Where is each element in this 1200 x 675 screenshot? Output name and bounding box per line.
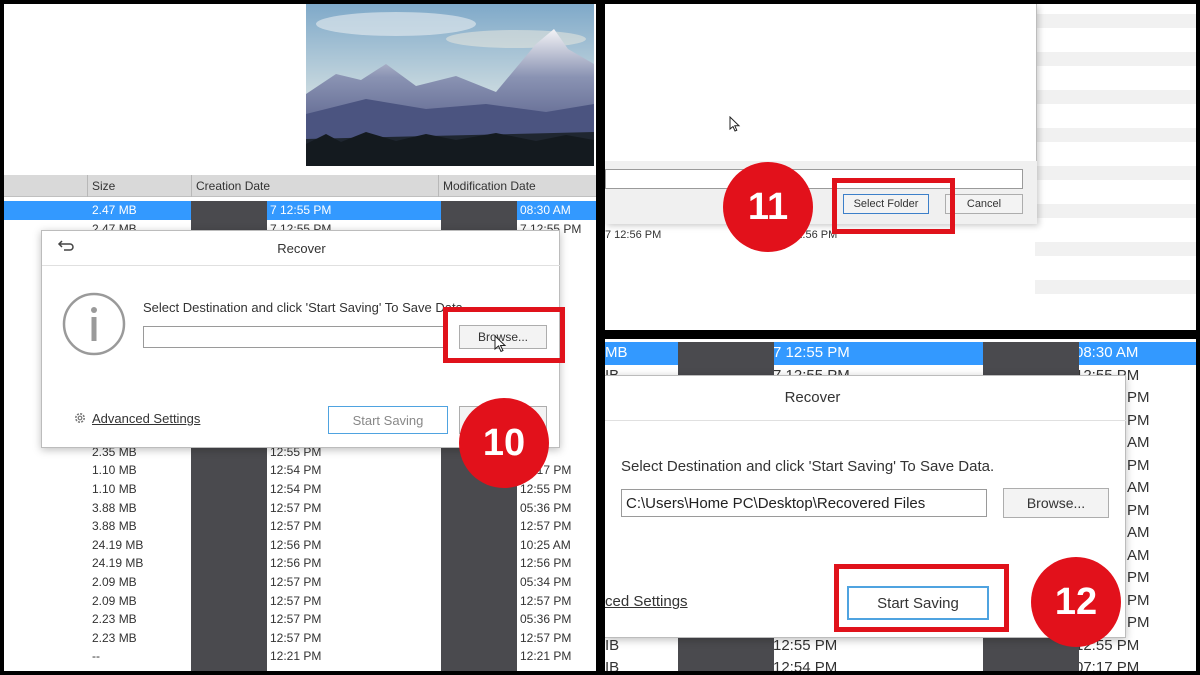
cell-modified: PM xyxy=(1127,569,1150,586)
cell-created: 12:55 PM xyxy=(773,636,838,654)
cell-created: 12:56 PM xyxy=(270,537,322,552)
cell-modified: 08:30 AM xyxy=(1075,344,1139,361)
cell-modified: 12:55 PM xyxy=(520,482,572,496)
cell-modified: PM xyxy=(1127,456,1150,474)
info-icon xyxy=(62,292,126,356)
step-12-panel: MB7 12:55 PM08:30 AMIB7 12:55 PM12:55 PM… xyxy=(605,339,1196,671)
cell-modified: PM xyxy=(1127,389,1150,406)
mouse-cursor-icon xyxy=(729,115,741,132)
browse-button[interactable]: Browse... xyxy=(1003,488,1109,518)
cell-modified: 10:25 AM xyxy=(520,537,571,552)
cell-size: -- xyxy=(92,649,100,664)
cell-created: 12:57 PM xyxy=(270,593,322,608)
highlight-browse xyxy=(443,307,565,363)
cell-created: 7 12:55 PM xyxy=(773,344,850,361)
advanced-settings-link[interactable]: Advanced Settings xyxy=(92,411,200,426)
cell-size: 1.10 MB xyxy=(92,463,137,478)
cell-size: MB xyxy=(605,344,628,361)
step-badge-11: 11 xyxy=(723,162,813,252)
cell-size: 3.88 MB xyxy=(92,519,137,534)
cell-size: 24.19 MB xyxy=(92,537,144,552)
cell-created: 12:57 PM xyxy=(270,630,322,645)
cell-created: 12:54 PM xyxy=(773,659,838,671)
cell-size: IB xyxy=(605,636,620,654)
column-size[interactable]: Size xyxy=(92,179,115,193)
cell-size: 24.19 MB xyxy=(92,556,144,571)
cell-size: 3.88 MB xyxy=(92,500,137,515)
cell-modified: 12:56 PM xyxy=(520,556,572,571)
cell-modified: 12:57 PM xyxy=(520,630,572,645)
cell-created: 12:54 PM xyxy=(270,482,322,496)
cell-modified: 07:17 PM xyxy=(1075,659,1140,671)
cell-modified: PM xyxy=(1127,501,1150,519)
cell-size: 2.09 MB xyxy=(92,575,137,589)
cell-modified: 12:57 PM xyxy=(520,519,572,534)
cell-modified: AM xyxy=(1127,524,1150,541)
mountain-photo xyxy=(306,4,594,166)
cell-created: 12:57 PM xyxy=(270,575,322,589)
cell-modified: PM xyxy=(1127,614,1150,631)
column-modification-date[interactable]: Modification Date xyxy=(443,179,536,193)
cell-created: 12:57 PM xyxy=(270,519,322,534)
step-badge-12: 12 xyxy=(1031,557,1121,647)
destination-message: Select Destination and click 'Start Savi… xyxy=(621,458,995,475)
folder-path-input[interactable] xyxy=(605,169,1023,189)
step-10-panel: Size Creation Date Modification Date 2.4… xyxy=(4,4,596,671)
step-badge-10: 10 xyxy=(459,398,549,488)
cell-modified: AM xyxy=(1127,434,1150,451)
start-saving-button[interactable]: Start Saving xyxy=(328,406,448,434)
cell-size: 2.23 MB xyxy=(92,630,137,645)
cell-size: IB xyxy=(605,659,620,671)
cell-modified: 05:36 PM xyxy=(520,612,572,627)
dialog-title: Recover xyxy=(784,389,841,406)
row-created: 7 12:56 PM xyxy=(605,229,662,241)
cell-size: 2.09 MB xyxy=(92,593,137,608)
cell-created: 12:21 PM xyxy=(270,649,322,664)
cell-size: 2.47 MB xyxy=(92,203,137,217)
cell-created: 12:54 PM xyxy=(270,463,322,478)
highlight-select-folder xyxy=(832,178,955,234)
destination-message: Select Destination and click 'Start Savi… xyxy=(143,300,467,315)
file-table-header: Size Creation Date Modification Date xyxy=(4,175,596,197)
cell-created: 12:57 PM xyxy=(270,612,322,627)
cell-size: 1.10 MB xyxy=(92,482,137,496)
cell-modified: 12:57 PM xyxy=(520,593,572,608)
cell-modified: 12:21 PM xyxy=(520,649,572,664)
advanced-settings-link[interactable]: ced Settings xyxy=(605,593,688,610)
destination-path-input[interactable] xyxy=(143,326,447,348)
cell-created: 12:57 PM xyxy=(270,500,322,515)
cell-size: 2.23 MB xyxy=(92,612,137,627)
cell-modified: AM xyxy=(1127,546,1150,564)
folder-picker-dialog: Select Folder Cancel xyxy=(605,4,1037,224)
gear-icon xyxy=(73,411,87,425)
highlight-start-saving xyxy=(834,564,1009,632)
cell-modified: AM xyxy=(1127,479,1150,496)
cell-modified: PM xyxy=(1127,591,1150,609)
cell-modified: 08:30 AM xyxy=(520,203,571,217)
cancel-button[interactable]: Cancel xyxy=(945,194,1023,214)
cell-modified: 05:34 PM xyxy=(520,575,572,589)
cell-modified: PM xyxy=(1127,411,1150,429)
column-creation-date[interactable]: Creation Date xyxy=(196,179,270,193)
step-11-panel: Select Folder Cancel 7 12:56 PM 7 12:56 … xyxy=(605,4,1196,330)
cell-modified: 05:36 PM xyxy=(520,500,572,515)
cell-created: 12:56 PM xyxy=(270,556,322,571)
dialog-title: Recover xyxy=(277,241,326,256)
destination-path-input[interactable]: C:\Users\Home PC\Desktop\Recovered Files xyxy=(621,489,987,517)
cell-created: 7 12:55 PM xyxy=(270,203,332,217)
